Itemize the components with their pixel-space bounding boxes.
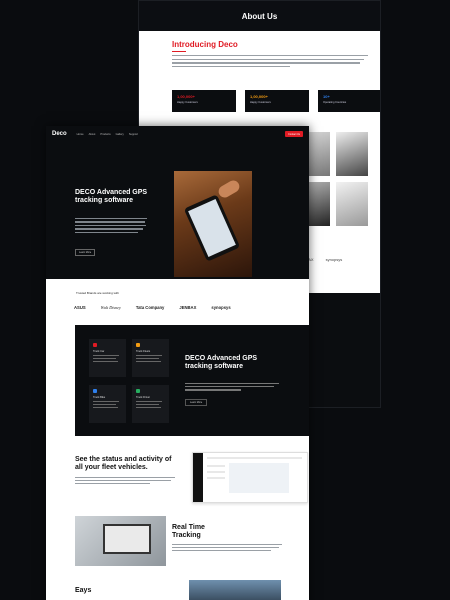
nav-home[interactable]: Home bbox=[77, 133, 84, 136]
brand-logo-disney: Walt Disney bbox=[100, 305, 121, 310]
phone-illustration bbox=[183, 194, 241, 262]
feature-card[interactable]: Track Driver bbox=[132, 385, 169, 423]
feature-card[interactable]: Track Fleets bbox=[132, 339, 169, 377]
realtime-section: Real Time Tracking bbox=[172, 524, 282, 553]
stat-value: 10+ bbox=[323, 94, 330, 99]
hero-learn-more-button[interactable]: Learn More bbox=[75, 249, 96, 257]
fleet-icon bbox=[136, 343, 140, 347]
brand-logo-jenbax: JENBAX bbox=[179, 305, 197, 310]
contact-button[interactable]: Contact Us bbox=[285, 131, 303, 137]
dashboard-screenshot bbox=[192, 452, 308, 503]
stat-card: 1,00,000+ Happy Customers bbox=[245, 90, 309, 112]
about-title: About Us bbox=[241, 11, 278, 21]
feature-title: Track Car bbox=[93, 350, 105, 353]
hero-section: DECO Advanced GPS tracking software Lear… bbox=[46, 142, 309, 279]
nav-support[interactable]: Support bbox=[129, 133, 138, 136]
features-learn-more-button[interactable]: Learn More bbox=[185, 399, 208, 407]
stat-label: Operating Countries bbox=[323, 101, 347, 104]
easy-title: Eays bbox=[75, 587, 92, 594]
stat-value: 1,00,000+ bbox=[250, 94, 268, 99]
about-hero: About Us bbox=[139, 1, 380, 31]
stat-card: 1,00,000+ Happy Customers bbox=[172, 90, 236, 112]
stat-label: Happy Customers bbox=[177, 101, 198, 104]
features-paragraph bbox=[185, 383, 279, 393]
status-paragraph bbox=[75, 477, 175, 485]
intro-title: Introducing Deco bbox=[172, 40, 238, 52]
navbar: Deco Home About Products Gallery Support… bbox=[46, 126, 309, 142]
features-section: Track Car Track Fleets Track Bike Track … bbox=[75, 325, 309, 436]
hero-title: DECO Advanced GPS tracking software bbox=[75, 189, 148, 204]
realtime-title: Real Time Tracking bbox=[172, 524, 205, 539]
team-photo bbox=[336, 132, 368, 176]
brand-logo-tata: Tata Company bbox=[135, 305, 165, 310]
stat-label: Happy Customers bbox=[250, 101, 271, 104]
team-photo bbox=[336, 182, 368, 226]
hero-paragraph bbox=[75, 218, 147, 235]
trusted-brands: Trusted Brands are working with ASUS Wal… bbox=[46, 279, 309, 321]
stat-card: 10+ Operating Countries bbox=[318, 90, 380, 112]
realtime-paragraph bbox=[172, 544, 282, 552]
trusted-label: Trusted Brands are working with bbox=[76, 291, 119, 295]
laptop-image bbox=[75, 516, 166, 566]
status-title: See the status and activity of all your … bbox=[75, 456, 172, 471]
nav-products[interactable]: Products bbox=[100, 133, 110, 136]
stats-row: 1,00,000+ Happy Customers 1,00,000+ Happ… bbox=[172, 90, 380, 112]
city-image bbox=[189, 580, 281, 600]
deco-logo[interactable]: Deco bbox=[52, 131, 67, 137]
feature-title: Track Driver bbox=[136, 396, 151, 399]
nav-gallery[interactable]: Gallery bbox=[116, 133, 124, 136]
nav-about[interactable]: About bbox=[89, 133, 96, 136]
feature-card[interactable]: Track Bike bbox=[89, 385, 126, 423]
feature-title: Track Fleets bbox=[136, 350, 151, 353]
stat-value: 1,00,000+ bbox=[177, 94, 195, 99]
map-preview bbox=[229, 463, 289, 493]
nav-links: Home About Products Gallery Support bbox=[77, 133, 138, 136]
car-icon bbox=[93, 343, 97, 347]
home-page-mockup: Deco Home About Products Gallery Support… bbox=[46, 126, 309, 600]
driver-icon bbox=[136, 389, 140, 393]
bike-icon bbox=[93, 389, 97, 393]
partner-logo: synopsys bbox=[325, 257, 343, 262]
intro-paragraph bbox=[172, 55, 368, 69]
brand-logo-asus: ASUS bbox=[74, 305, 86, 310]
brand-logos: ASUS Walt Disney Tata Company JENBAX syn… bbox=[74, 305, 231, 310]
feature-card[interactable]: Track Car bbox=[89, 339, 126, 377]
features-title: DECO Advanced GPS tracking software bbox=[185, 355, 258, 370]
hero-phone-image bbox=[174, 171, 252, 277]
brand-logo-synopsys: synopsys bbox=[211, 305, 231, 310]
feature-title: Track Bike bbox=[93, 396, 106, 399]
